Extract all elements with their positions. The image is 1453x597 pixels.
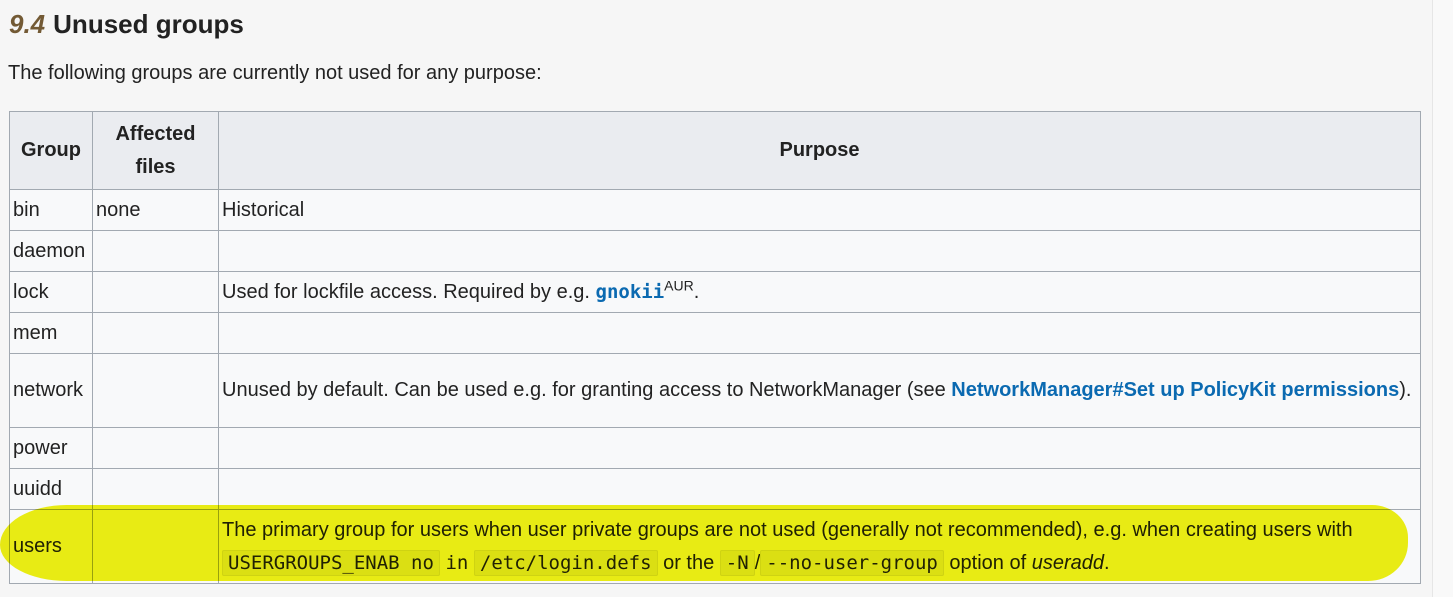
table-row: daemon	[9, 230, 1421, 272]
cell-group: power	[9, 427, 93, 469]
header-purpose: Purpose	[218, 111, 1421, 190]
table-row: mem	[9, 312, 1421, 354]
cell-purpose: Historical	[218, 189, 1421, 231]
cell-purpose	[218, 312, 1421, 354]
table-row: lock Used for lockfile access. Required …	[9, 271, 1421, 313]
section-number: 9.4	[9, 9, 46, 39]
networkmanager-policykit-link[interactable]: NetworkManager#Set up PolicyKit permissi…	[951, 379, 1399, 401]
intro-paragraph: The following groups are currently not u…	[8, 62, 542, 84]
cell-files	[92, 271, 219, 313]
cell-purpose	[218, 468, 1421, 510]
cell-group: users	[9, 509, 93, 584]
cell-files	[92, 509, 219, 584]
cell-files	[92, 353, 219, 428]
table-header-row: Group Affected files Purpose	[9, 111, 1421, 190]
cell-files	[92, 468, 219, 510]
header-affected-files: Affected files	[92, 111, 219, 190]
cell-purpose: Unused by default. Can be used e.g. for …	[218, 353, 1421, 428]
cell-group: daemon	[9, 230, 93, 272]
cell-files	[92, 427, 219, 469]
cell-files: none	[92, 189, 219, 231]
table-row: power	[9, 427, 1421, 469]
table-row: bin none Historical	[9, 189, 1421, 231]
table-row: network Unused by default. Can be used e…	[9, 353, 1421, 428]
code-n-flag: -N	[719, 549, 755, 576]
table-row: users The primary group for users when u…	[9, 509, 1421, 584]
cell-group: uuidd	[9, 468, 93, 510]
cell-group: network	[9, 353, 93, 428]
section-heading: 9.4 Unused groups	[9, 6, 244, 42]
cell-purpose: Used for lockfile access. Required by e.…	[218, 271, 1421, 313]
header-group: Group	[9, 111, 93, 190]
cell-files	[92, 230, 219, 272]
aur-superscript[interactable]: AUR	[664, 277, 694, 293]
cell-group: mem	[9, 312, 93, 354]
scrollbar-strip[interactable]	[1432, 0, 1453, 597]
section-title: Unused groups	[53, 9, 244, 39]
cell-files	[92, 312, 219, 354]
gnokii-link[interactable]: gnokii	[596, 281, 665, 303]
cell-purpose	[218, 427, 1421, 469]
code-no-user-group: --no-user-group	[760, 549, 944, 576]
cell-group: lock	[9, 271, 93, 313]
unused-groups-table: Group Affected files Purpose bin none Hi…	[9, 111, 1421, 584]
cell-purpose: The primary group for users when user pr…	[218, 509, 1421, 584]
table-row: uuidd	[9, 468, 1421, 510]
code-login-defs: /etc/login.defs	[473, 549, 658, 576]
code-usergroups-enab: USERGROUPS_ENAB no	[222, 549, 440, 576]
cell-group: bin	[9, 189, 93, 231]
cell-purpose	[218, 230, 1421, 272]
